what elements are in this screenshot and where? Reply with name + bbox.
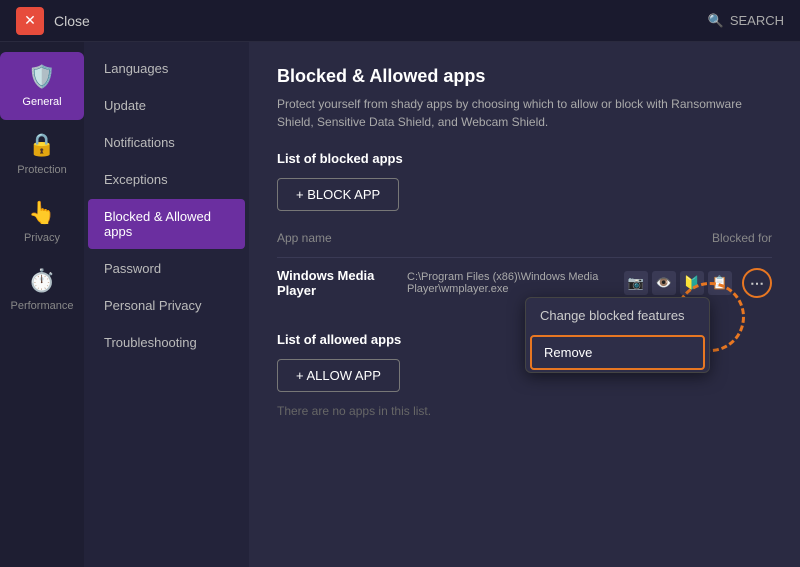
empty-list-message: There are no apps in this list. <box>277 404 772 418</box>
window-title: Close <box>54 13 90 29</box>
sub-item-exceptions[interactable]: Exceptions <box>88 162 245 197</box>
eye-shield-icon: 👁️ <box>652 271 676 295</box>
change-blocked-features-item[interactable]: Change blocked features <box>526 298 709 333</box>
privacy-icon: 👆 <box>28 200 55 226</box>
options-dropdown: Change blocked features Remove <box>525 297 710 373</box>
sub-item-troubleshooting[interactable]: Troubleshooting <box>88 325 245 360</box>
search-button[interactable]: 🔍 SEARCH <box>708 13 784 29</box>
table-header: App name Blocked for <box>277 227 772 249</box>
col-blocked-for: Blocked for <box>712 231 772 245</box>
performance-icon: ⏱️ <box>28 268 55 294</box>
sub-sidebar: Languages Update Notifications Exception… <box>84 42 249 567</box>
search-icon: 🔍 <box>708 13 724 29</box>
sub-item-personal-privacy[interactable]: Personal Privacy <box>88 288 245 323</box>
app-path: C:\Program Files (x86)\Windows Media Pla… <box>407 271 624 295</box>
nav-item-performance[interactable]: ⏱️ Performance <box>0 256 84 324</box>
nav-item-protection-label: Protection <box>17 164 67 176</box>
nav-item-general-label: General <box>22 96 61 108</box>
sub-item-blocked-allowed[interactable]: Blocked & Allowed apps <box>88 199 245 249</box>
close-button[interactable]: ✕ <box>16 7 44 35</box>
blocked-icons: 📷 👁️ 🔰 📋 ⋯ <box>624 268 772 298</box>
block-app-button[interactable]: + BLOCK APP <box>277 178 399 211</box>
page-title: Blocked & Allowed apps <box>277 66 772 87</box>
webcam-shield-icon: 📷 <box>624 271 648 295</box>
col-app-name: App name <box>277 231 332 245</box>
blocked-section-title: List of blocked apps <box>277 151 772 166</box>
protection-icon: 🔒 <box>28 132 55 158</box>
nav-item-general[interactable]: 🛡️ General <box>0 52 84 120</box>
title-bar: ✕ Close 🔍 SEARCH <box>0 0 800 42</box>
sub-item-password[interactable]: Password <box>88 251 245 286</box>
allow-app-button[interactable]: + ALLOW APP <box>277 359 400 392</box>
ransomware-shield-icon: 🔰 <box>680 271 704 295</box>
nav-item-privacy-label: Privacy <box>24 232 60 244</box>
data-shield-icon: 📋 <box>708 271 732 295</box>
nav-item-privacy[interactable]: 👆 Privacy <box>0 188 84 256</box>
content-area: Blocked & Allowed apps Protect yourself … <box>249 42 800 567</box>
nav-item-protection[interactable]: 🔒 Protection <box>0 120 84 188</box>
general-icon: 🛡️ <box>28 64 55 90</box>
title-bar-left: ✕ Close <box>16 7 90 35</box>
search-label: SEARCH <box>730 13 784 28</box>
sub-item-update[interactable]: Update <box>88 88 245 123</box>
nav-sidebar: 🛡️ General 🔒 Protection 👆 Privacy ⏱️ Per… <box>0 42 84 567</box>
remove-item[interactable]: Remove <box>530 335 705 370</box>
page-description: Protect yourself from shady apps by choo… <box>277 95 772 131</box>
sub-item-notifications[interactable]: Notifications <box>88 125 245 160</box>
main-container: 🛡️ General 🔒 Protection 👆 Privacy ⏱️ Per… <box>0 42 800 567</box>
app-name: Windows Media Player <box>277 268 407 298</box>
sub-item-languages[interactable]: Languages <box>88 51 245 86</box>
more-options-button[interactable]: ⋯ <box>742 268 772 298</box>
nav-item-performance-label: Performance <box>11 300 74 312</box>
